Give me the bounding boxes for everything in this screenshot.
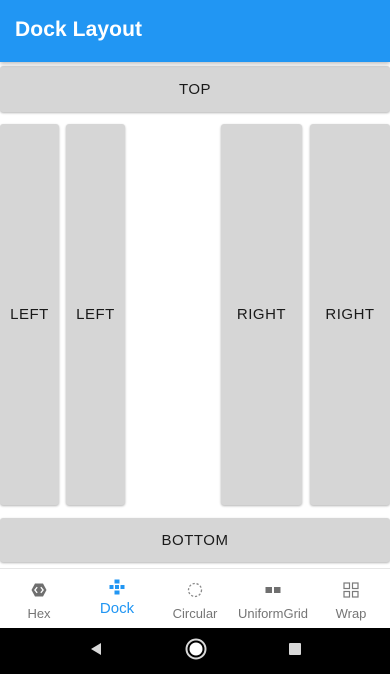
hex-code-icon (31, 582, 47, 598)
page-title: Dock Layout (15, 18, 143, 41)
home-button[interactable] (166, 628, 226, 674)
recents-button[interactable] (265, 628, 325, 674)
dock-icon (109, 579, 125, 595)
tab-label-hex: Hex (27, 606, 51, 621)
bottom-tab-bar: Hex Dock Circular UniformGrid Wrap (0, 568, 390, 628)
app-bar: Dock Layout (0, 0, 390, 62)
left-button-2[interactable]: LEFT (66, 124, 125, 505)
app-screen: Dock Layout TOP LEFT LEFT RIGHT RIGHT BO… (0, 0, 390, 674)
tab-dock[interactable]: Dock (78, 569, 156, 628)
tab-wrap[interactable]: Wrap (312, 569, 390, 628)
back-icon (88, 641, 104, 662)
system-nav-bar (0, 628, 390, 674)
tab-hex[interactable]: Hex (0, 569, 78, 628)
right-button-2[interactable]: RIGHT (310, 124, 390, 505)
top-button[interactable]: TOP (0, 66, 390, 112)
right-button-1[interactable]: RIGHT (221, 124, 302, 505)
tab-label-dock: Dock (99, 600, 135, 617)
dock-panel: TOP LEFT LEFT RIGHT RIGHT BOTTOM (0, 62, 390, 568)
tab-label-circular: Circular (172, 606, 218, 621)
back-button[interactable] (66, 628, 126, 674)
bottom-button[interactable]: BOTTOM (0, 518, 390, 562)
home-icon (185, 638, 207, 665)
wrap-icon (343, 582, 359, 598)
tab-uniformgrid[interactable]: UniformGrid (234, 569, 312, 628)
tab-label-wrap: Wrap (335, 606, 367, 621)
left-button-1[interactable]: LEFT (0, 124, 59, 505)
tab-circular[interactable]: Circular (156, 569, 234, 628)
circular-icon (187, 582, 203, 598)
tab-label-uniformgrid: UniformGrid (237, 606, 309, 621)
uniform-grid-icon (265, 582, 281, 598)
recents-icon (288, 642, 302, 661)
